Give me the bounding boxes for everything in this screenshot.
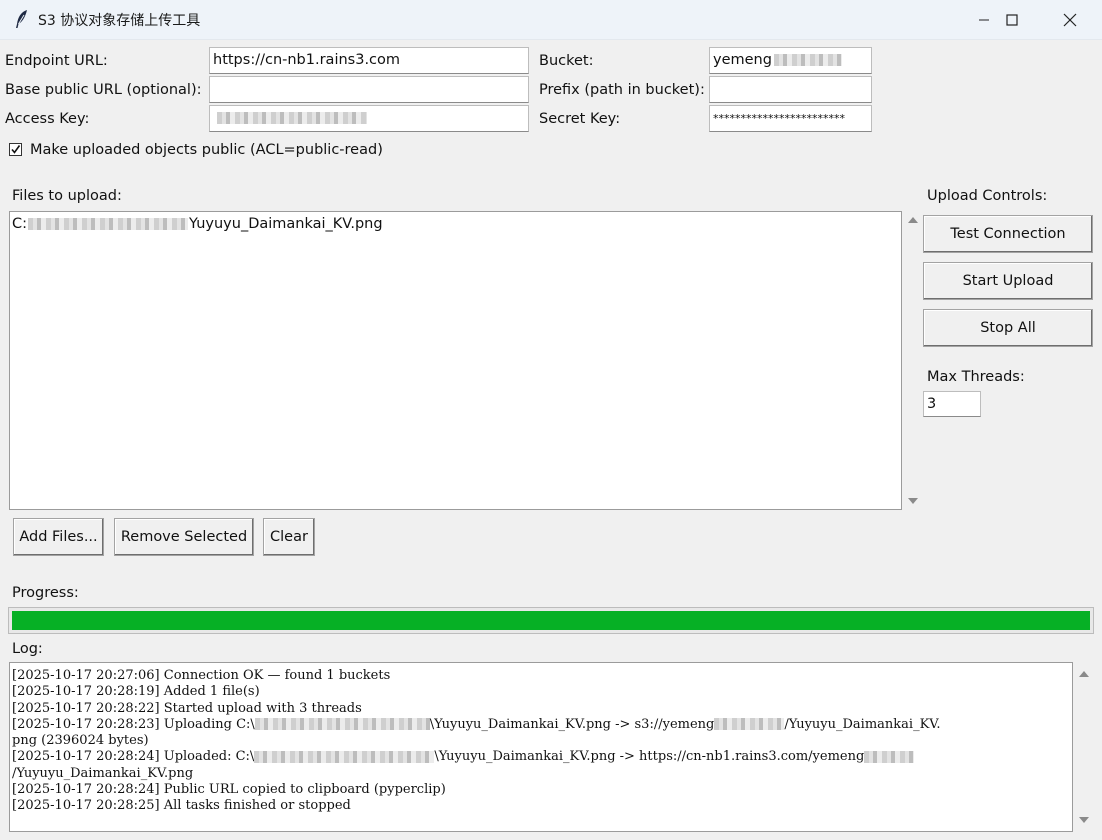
remove-selected-button[interactable]: Remove Selected: [114, 518, 254, 556]
log-text: [2025-10-17 20:28:23] Uploading C:\: [12, 716, 255, 732]
scroll-up-icon[interactable]: [1079, 671, 1089, 677]
max-threads-label: Max Threads:: [927, 369, 1025, 385]
log-text: [2025-10-17 20:28:24] Uploaded: C:\: [12, 749, 255, 765]
base-url-label: Base public URL (optional):: [5, 82, 202, 98]
log-line: [2025-10-17 20:28:19] Added 1 file(s): [12, 684, 260, 700]
redacted-area: [254, 718, 430, 731]
feather-icon: [14, 9, 30, 29]
secret-key-input[interactable]: ************************: [709, 105, 872, 132]
log-line: [2025-10-17 20:28:25] All tasks finished…: [12, 798, 351, 814]
access-key-input[interactable]: [209, 105, 529, 132]
progress-fill: [12, 611, 1090, 630]
close-icon: [1063, 13, 1077, 27]
redacted-area: [864, 750, 915, 763]
file-name: Yuyuyu_Daimankai_KV.png: [189, 216, 383, 232]
prefix-label: Prefix (path in bucket):: [539, 82, 705, 98]
secret-key-label: Secret Key:: [539, 111, 621, 127]
progress-label: Progress:: [12, 585, 79, 601]
prefix-input[interactable]: [709, 76, 872, 103]
secret-key-value: ************************: [713, 112, 845, 125]
files-listbox[interactable]: C: Yuyuyu_Daimankai_KV.png: [9, 211, 902, 510]
endpoint-value: https://cn-nb1.rains3.com: [213, 52, 401, 68]
log-line: [2025-10-17 20:28:24] Uploaded: C:\ \Yuyu…: [12, 749, 1070, 765]
base-url-input[interactable]: [209, 76, 529, 103]
maximize-icon: [1006, 14, 1018, 26]
max-threads-value: 3: [927, 396, 937, 412]
max-threads-input[interactable]: 3: [923, 391, 981, 417]
start-upload-button[interactable]: Start Upload: [923, 262, 1093, 300]
log-text: /Yuyuyu_Daimankai_KV.: [784, 716, 941, 732]
endpoint-label: Endpoint URL:: [5, 53, 108, 69]
log-scrollbar[interactable]: [1074, 662, 1094, 832]
add-files-button[interactable]: Add Files...: [13, 518, 104, 556]
redacted-area: [773, 54, 842, 66]
scroll-down-icon[interactable]: [1079, 817, 1089, 823]
stop-all-button[interactable]: Stop All: [923, 309, 1093, 347]
log-line: [2025-10-17 20:28:23] Uploading C:\ \Yuyu…: [12, 717, 1070, 733]
maximize-button[interactable]: [983, 0, 1041, 40]
public-acl-checkbox[interactable]: [9, 143, 22, 156]
public-acl-label[interactable]: Make uploaded objects public (ACL=public…: [30, 141, 383, 159]
log-textbox[interactable]: [2025-10-17 20:27:06] Connection OK — fo…: [9, 662, 1073, 832]
close-button[interactable]: [1041, 0, 1099, 40]
redacted-area: [28, 218, 189, 230]
log-text: \Yuyuyu_Daimankai_KV.png -> https://cn-n…: [434, 749, 865, 765]
redacted-area: [217, 112, 367, 124]
scroll-up-icon[interactable]: [908, 217, 918, 223]
scroll-down-icon[interactable]: [908, 498, 918, 504]
log-label: Log:: [12, 641, 43, 657]
log-line: [2025-10-17 20:28:22] Started upload wit…: [12, 700, 362, 716]
log-line: /Yuyuyu_Daimankai_KV.png: [12, 765, 194, 781]
bucket-label: Bucket:: [539, 53, 594, 69]
test-connection-button[interactable]: Test Connection: [923, 215, 1093, 253]
files-label: Files to upload:: [12, 188, 122, 204]
log-line: [2025-10-17 20:27:06] Connection OK — fo…: [12, 668, 391, 683]
clear-button[interactable]: Clear: [263, 518, 315, 556]
upload-controls-label: Upload Controls:: [927, 188, 1048, 204]
files-scrollbar[interactable]: [903, 211, 923, 510]
access-key-label: Access Key:: [5, 111, 90, 127]
window-title: S3 协议对象存储上传工具: [38, 13, 201, 29]
checkmark-icon: [11, 145, 21, 154]
list-item[interactable]: C: Yuyuyu_Daimankai_KV.png: [12, 215, 383, 233]
log-line: png (2396024 bytes): [12, 733, 149, 749]
file-path-prefix: C:: [12, 216, 28, 232]
redacted-area: [254, 750, 435, 763]
bucket-value: yemeng: [713, 52, 772, 68]
endpoint-input[interactable]: https://cn-nb1.rains3.com: [209, 47, 529, 74]
progress-bar: [8, 607, 1094, 634]
log-line: [2025-10-17 20:28:24] Public URL copied …: [12, 782, 446, 798]
bucket-input[interactable]: yemeng: [709, 47, 872, 74]
log-text: \Yuyuyu_Daimankai_KV.png -> s3://yemeng: [429, 716, 715, 732]
redacted-area: [714, 718, 785, 731]
